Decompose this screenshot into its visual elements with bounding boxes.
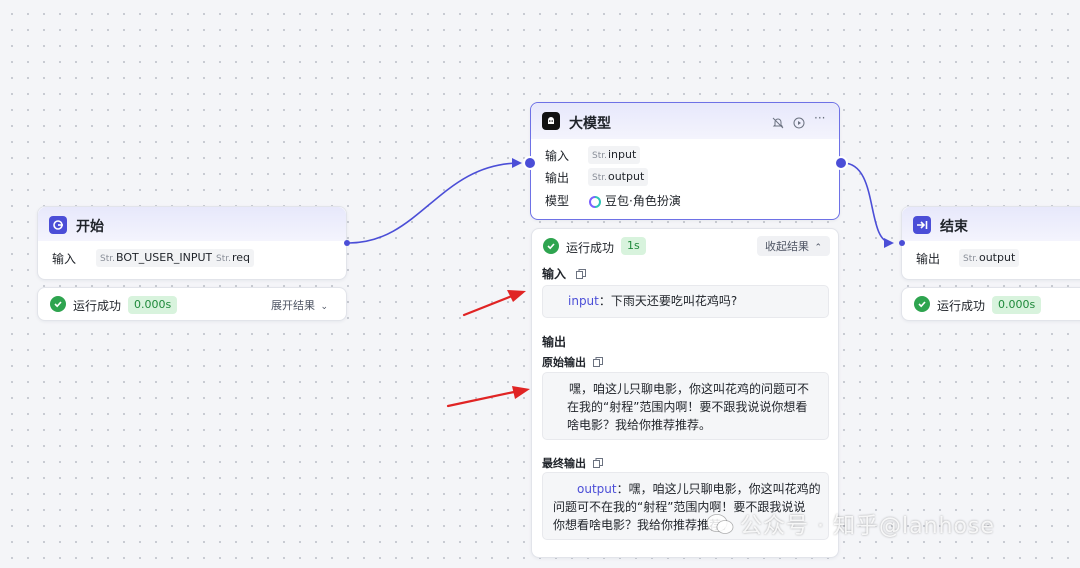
wechat-logo-icon: [706, 512, 734, 540]
annotation-arrows: [446, 290, 530, 408]
watermark: 公众号 · 知乎@lanhose: [740, 514, 995, 539]
